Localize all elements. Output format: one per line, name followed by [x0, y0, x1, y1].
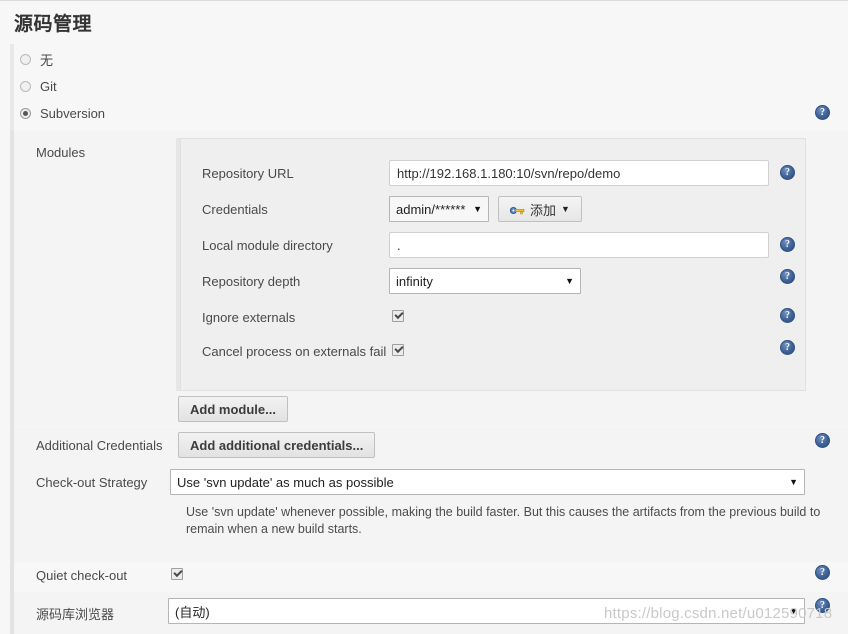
radio-git[interactable]: [20, 80, 31, 92]
additional-credentials-label: Additional Credentials: [36, 438, 163, 453]
repository-browser-label: 源码库浏览器: [36, 607, 115, 622]
local-module-directory-input[interactable]: [389, 232, 769, 258]
help-icon-additional-credentials[interactable]: ?: [815, 433, 830, 448]
help-icon-repository-browser[interactable]: ?: [815, 598, 830, 613]
add-module-label: Add module...: [190, 401, 276, 417]
help-icon-cancel-process[interactable]: ?: [780, 340, 795, 355]
scm-option-git-label: Git: [40, 78, 57, 94]
help-icon-glyph: ?: [820, 566, 825, 578]
repository-depth-label: Repository depth: [202, 274, 301, 289]
help-icon-local-module-directory[interactable]: ?: [780, 237, 795, 252]
quiet-checkout-label: Quiet check-out: [36, 568, 128, 583]
scm-option-none[interactable]: 无: [20, 48, 53, 70]
ignore-externals-label: Ignore externals: [202, 310, 296, 325]
chevron-down-icon: ▼: [561, 204, 570, 214]
scm-option-subversion[interactable]: Subversion: [20, 102, 105, 124]
help-icon-repository-url[interactable]: ?: [780, 165, 795, 180]
help-icon-glyph: ?: [785, 166, 790, 178]
cancel-process-checkbox[interactable]: [392, 344, 404, 356]
credentials-select-value: admin/******: [396, 201, 466, 217]
repository-url-label: Repository URL: [202, 166, 294, 181]
chevron-down-icon: ▼: [473, 203, 482, 214]
page-title: 源码管理: [14, 14, 93, 35]
help-icon-glyph: ?: [820, 599, 825, 611]
help-icon-glyph: ?: [785, 341, 790, 353]
chevron-down-icon: ▼: [789, 605, 798, 616]
help-icon-glyph: ?: [785, 270, 790, 282]
repository-browser-select[interactable]: (自动) ▼: [168, 598, 805, 624]
radio-subversion[interactable]: [20, 107, 31, 119]
ignore-externals-checkbox[interactable]: [392, 310, 404, 322]
scm-option-none-label: 无: [40, 52, 54, 68]
add-module-button[interactable]: Add module...: [178, 396, 288, 422]
add-credentials-button[interactable]: 添加 ▼: [498, 196, 582, 222]
credentials-label: Credentials: [202, 202, 268, 217]
help-icon-repository-depth[interactable]: ?: [780, 269, 795, 284]
repository-depth-select[interactable]: infinity ▼: [389, 268, 581, 294]
top-divider: [0, 0, 848, 1]
cancel-process-label: Cancel process on externals fail: [202, 344, 387, 359]
scm-option-git[interactable]: Git: [20, 75, 57, 97]
modules-section-label: Modules: [36, 145, 86, 160]
chevron-down-icon: ▼: [789, 476, 798, 487]
local-module-directory-label: Local module directory: [202, 238, 333, 253]
help-icon-glyph: ?: [820, 434, 825, 446]
credentials-select[interactable]: admin/****** ▼: [389, 196, 489, 222]
help-icon-quiet-checkout[interactable]: ?: [815, 565, 830, 580]
add-additional-credentials-label: Add additional credentials...: [190, 437, 364, 453]
chevron-down-icon: ▼: [565, 275, 574, 286]
key-icon: [509, 204, 525, 215]
add-credentials-label: 添加: [530, 202, 557, 218]
repository-browser-value: (自动): [175, 604, 210, 620]
add-additional-credentials-button[interactable]: Add additional credentials...: [178, 432, 376, 458]
quiet-checkout-checkbox[interactable]: [171, 568, 183, 580]
repository-depth-value: infinity: [396, 273, 433, 289]
help-icon-glyph: ?: [785, 238, 790, 250]
repository-url-input[interactable]: [389, 160, 769, 186]
help-icon-glyph: ?: [820, 106, 825, 118]
radio-none[interactable]: [20, 53, 31, 65]
help-icon-ignore-externals[interactable]: ?: [780, 308, 795, 323]
checkout-strategy-select[interactable]: Use 'svn update' as much as possible ▼: [170, 469, 805, 495]
help-icon-subversion[interactable]: ?: [815, 105, 830, 120]
help-icon-glyph: ?: [785, 309, 790, 321]
checkout-strategy-description: Use 'svn update' whenever possible, maki…: [186, 505, 821, 536]
scm-option-subversion-label: Subversion: [40, 105, 106, 121]
checkout-strategy-label: Check-out Strategy: [36, 475, 148, 490]
checkout-strategy-value: Use 'svn update' as much as possible: [177, 474, 394, 490]
